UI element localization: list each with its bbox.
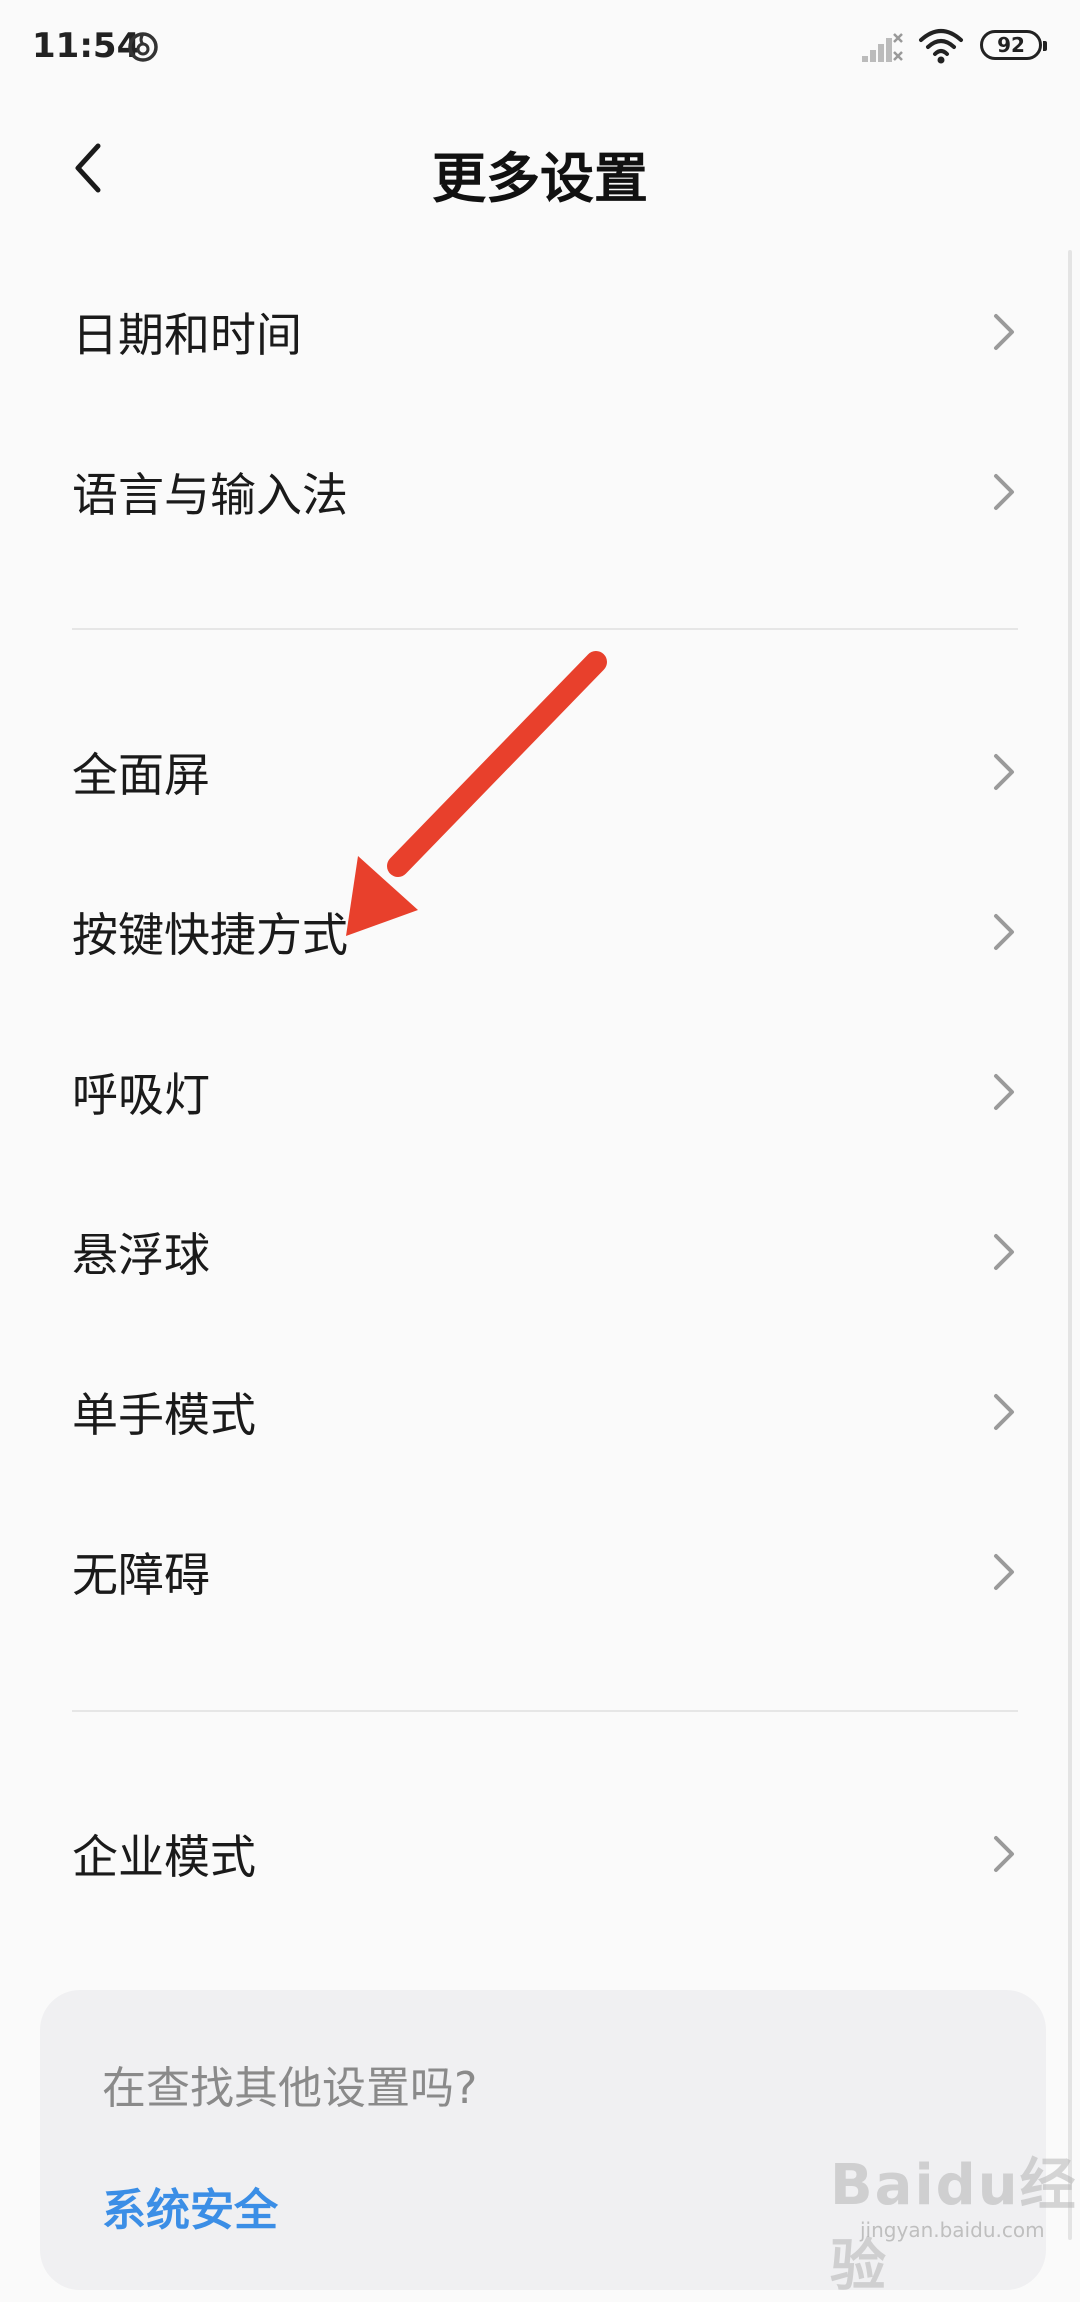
settings-item-label: 无障碍 bbox=[72, 1548, 210, 1602]
section-divider bbox=[72, 628, 1018, 630]
page-title: 更多设置 bbox=[432, 147, 648, 210]
chevron-right-icon bbox=[994, 314, 1014, 350]
settings-item-label: 单手模式 bbox=[72, 1388, 256, 1442]
chevron-right-icon bbox=[994, 1836, 1014, 1872]
settings-item-button-shortcuts[interactable]: 按键快捷方式 bbox=[0, 852, 1080, 1012]
app-notification-icon bbox=[126, 30, 160, 68]
settings-item-label: 按键快捷方式 bbox=[72, 908, 348, 962]
settings-item-floating-ball[interactable]: 悬浮球 bbox=[0, 1172, 1080, 1332]
suggestion-link-system-security[interactable]: 系统安全 bbox=[102, 2174, 278, 2238]
chevron-right-icon bbox=[994, 1234, 1014, 1270]
chevron-right-icon bbox=[994, 914, 1014, 950]
chevron-right-icon bbox=[994, 754, 1014, 790]
settings-item-notification-light[interactable]: 呼吸灯 bbox=[0, 1012, 1080, 1172]
settings-item-label: 悬浮球 bbox=[72, 1228, 210, 1282]
suggestion-title: 在查找其他设置吗? bbox=[102, 2063, 478, 2114]
settings-item-fullscreen[interactable]: 全面屏 bbox=[0, 692, 1080, 852]
settings-item-label: 语言与输入法 bbox=[72, 468, 348, 522]
chevron-right-icon bbox=[994, 474, 1014, 510]
settings-item-label: 企业模式 bbox=[72, 1830, 256, 1884]
settings-item-enterprise-mode[interactable]: 企业模式 bbox=[0, 1774, 1080, 1934]
chevron-right-icon bbox=[994, 1074, 1014, 1110]
header: 更多设置 bbox=[0, 110, 1080, 230]
settings-item-label: 全面屏 bbox=[72, 748, 210, 802]
settings-item-label: 日期和时间 bbox=[72, 308, 302, 362]
wifi-icon bbox=[918, 28, 964, 68]
status-bar: 11:54 92 bbox=[0, 0, 1080, 100]
section-divider bbox=[72, 1710, 1018, 1712]
settings-item-language-input[interactable]: 语言与输入法 bbox=[0, 412, 1080, 572]
battery-icon: 92 bbox=[980, 30, 1047, 60]
chevron-right-icon bbox=[994, 1554, 1014, 1590]
watermark-url: jingyan.baidu.com bbox=[860, 2218, 1045, 2242]
status-time: 11:54 bbox=[32, 26, 141, 66]
settings-item-one-handed-mode[interactable]: 单手模式 bbox=[0, 1332, 1080, 1492]
signal-off-icon bbox=[860, 32, 904, 68]
settings-item-date-time[interactable]: 日期和时间 bbox=[0, 252, 1080, 412]
chevron-right-icon bbox=[994, 1394, 1014, 1430]
settings-item-label: 呼吸灯 bbox=[72, 1068, 210, 1122]
settings-item-accessibility[interactable]: 无障碍 bbox=[0, 1492, 1080, 1652]
